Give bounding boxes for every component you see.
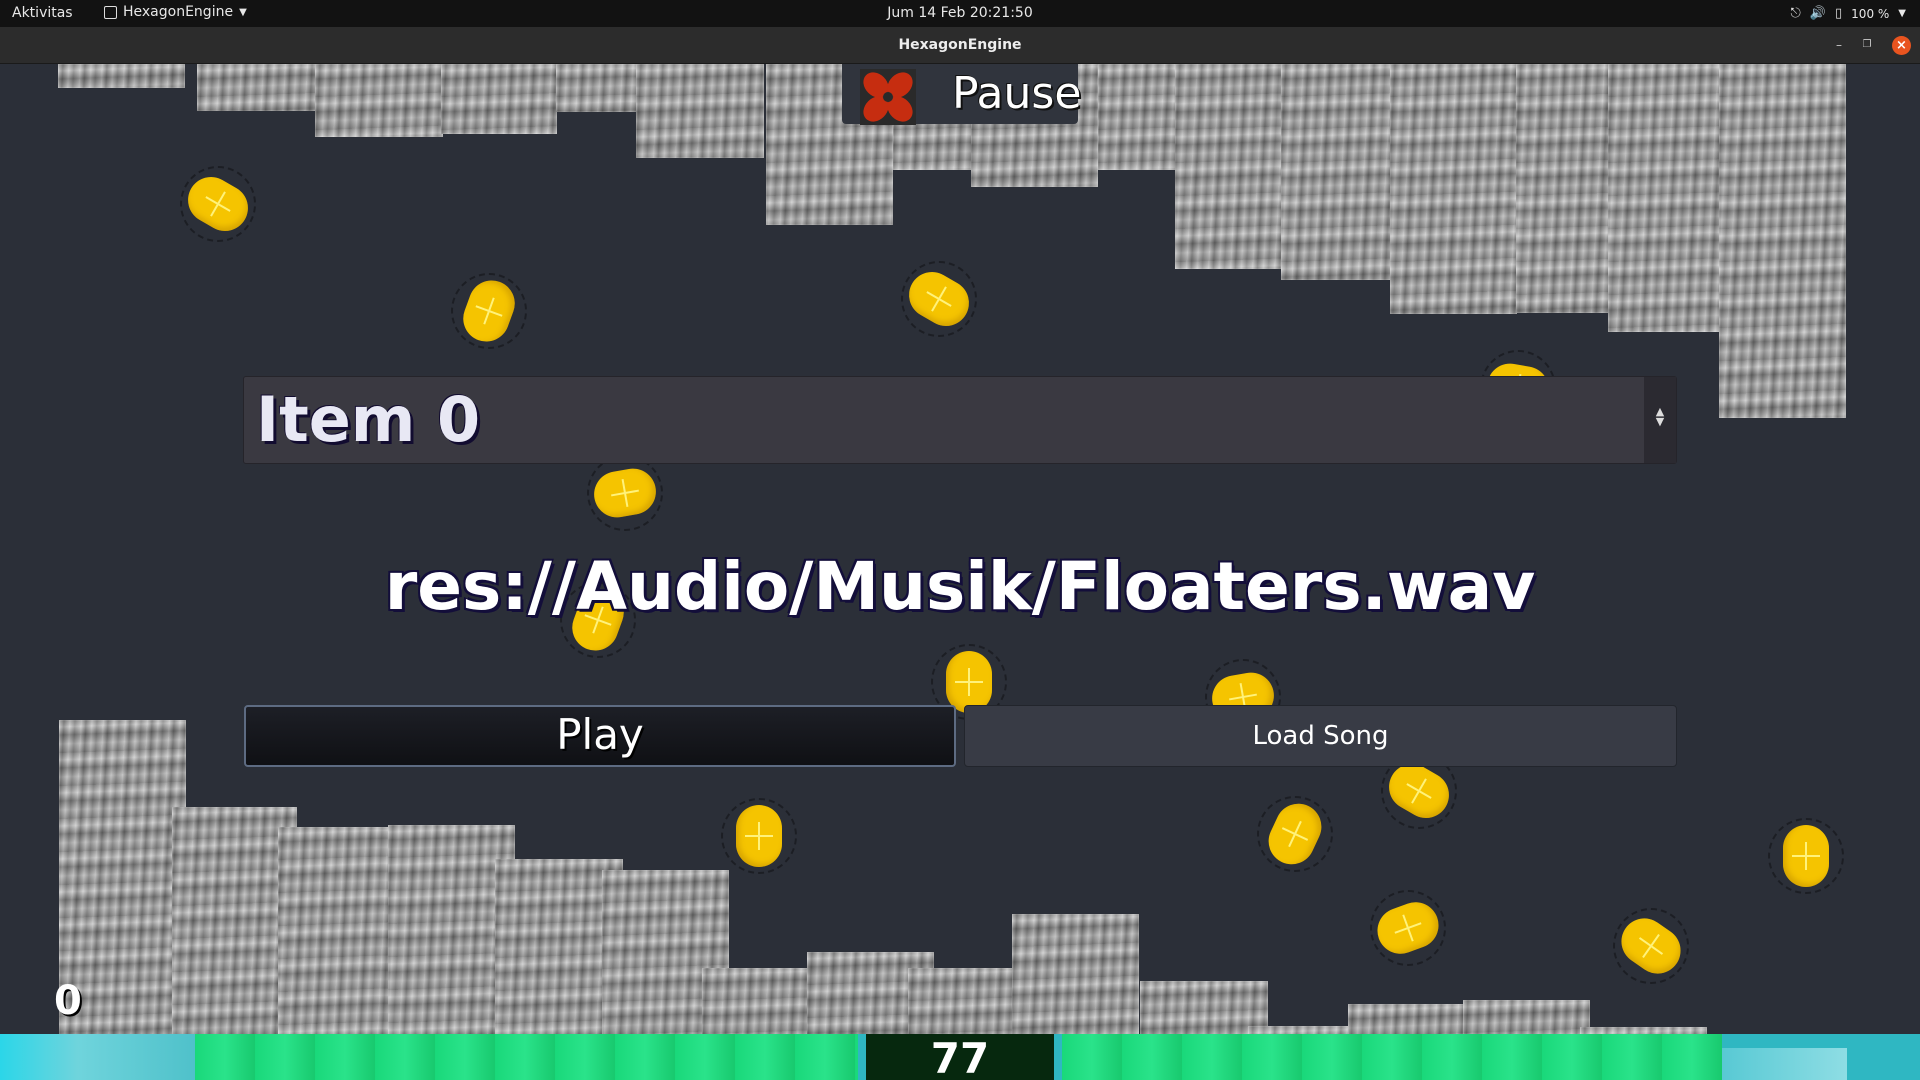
minimize-button[interactable]: – (1830, 36, 1848, 54)
wall-block (58, 64, 185, 88)
clock[interactable]: Jum 14 Feb 20:21:50 (0, 5, 1920, 21)
coin (1257, 796, 1333, 872)
wall-block (59, 720, 186, 1080)
pause-button[interactable]: Pause (842, 64, 1082, 125)
wall-block (441, 64, 557, 134)
game-viewport[interactable]: Pause Item 0 ▲ ▼ res://Audio/Musik/Floate… (0, 64, 1920, 1080)
window-title: HexagonEngine (898, 37, 1022, 53)
bar-segment (1722, 1048, 1847, 1080)
wall-block (636, 64, 764, 158)
coin (179, 166, 257, 242)
coin (587, 455, 663, 531)
updown-arrows-icon[interactable]: ▲ ▼ (1644, 377, 1676, 463)
maximize-button[interactable]: ❐ (1858, 36, 1876, 54)
wall-block (315, 64, 443, 137)
bottom-progress-bar: 77 (0, 1034, 1920, 1080)
coin (900, 261, 978, 337)
pause-label: Pause (952, 68, 1082, 119)
coin (1370, 890, 1446, 966)
status-area[interactable]: ⎋ 🔊 ▯ 100 % ▼ (1791, 6, 1906, 21)
load-song-button[interactable]: Load Song (964, 705, 1677, 767)
song-path-label: res://Audio/Musik/Floaters.wav (384, 548, 1536, 625)
counter-label: 0 (54, 978, 82, 1024)
wall-block (1281, 64, 1408, 280)
coin (1768, 818, 1844, 894)
wall-block (1608, 64, 1735, 332)
battery-percentage: 100 % (1851, 6, 1890, 21)
wall-block (1719, 64, 1846, 418)
item-select-dropdown[interactable]: Item 0 ▲ ▼ (243, 376, 1677, 464)
bar-segment (195, 1034, 858, 1080)
item-select-value: Item 0 (256, 383, 481, 456)
close-button[interactable]: × (1892, 36, 1911, 55)
window-titlebar[interactable]: HexagonEngine – ❐ × (0, 27, 1920, 64)
score-label: 77 (930, 1034, 990, 1080)
system-top-bar: Aktivitas HexagonEngine ▼ Jum 14 Feb 20:… (0, 0, 1920, 27)
pause-flower-icon (860, 69, 916, 125)
bar-segment (1062, 1034, 1722, 1080)
chevron-down-icon: ▼ (1898, 8, 1906, 19)
coin (721, 798, 797, 874)
coin (1612, 908, 1690, 984)
coin (451, 273, 527, 349)
play-button[interactable]: Play (244, 705, 956, 767)
wall-block (1390, 64, 1517, 314)
network-icon: ⎋ (1790, 6, 1801, 21)
volume-icon: 🔊 (1809, 6, 1827, 21)
wall-block (197, 64, 325, 111)
bar-segment (0, 1034, 195, 1080)
battery-icon: ▯ (1835, 6, 1843, 21)
